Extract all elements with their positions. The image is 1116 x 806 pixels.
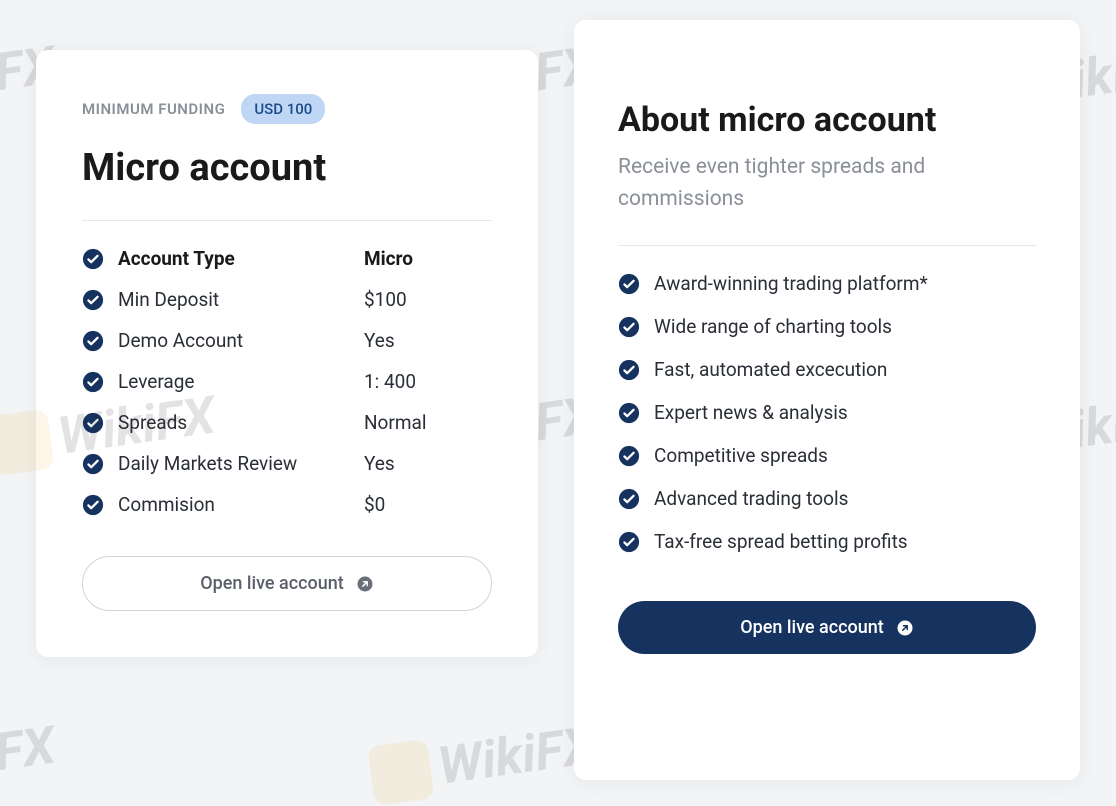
feature-label: Leverage	[118, 370, 364, 393]
check-icon	[618, 359, 640, 381]
bullet-text: Expert news & analysis	[654, 401, 848, 424]
check-icon	[618, 402, 640, 424]
feature-label: Daily Markets Review	[118, 452, 364, 475]
check-icon	[82, 330, 104, 352]
min-funding-label: MINIMUM FUNDING	[82, 100, 225, 118]
feature-label: Demo Account	[118, 329, 364, 352]
feature-label: Spreads	[118, 411, 364, 434]
about-micro-account-card: About micro account Receive even tighter…	[574, 20, 1080, 780]
bullet-row: Award-winning trading platform*	[618, 272, 1036, 295]
feature-value: Micro	[364, 247, 413, 270]
check-icon	[82, 453, 104, 475]
bullet-row: Wide range of charting tools	[618, 315, 1036, 338]
open-live-account-button[interactable]: Open live account	[618, 601, 1036, 654]
check-icon	[82, 494, 104, 516]
feature-label: Commision	[118, 493, 364, 516]
micro-account-card: MINIMUM FUNDING USD 100 Micro account Ac…	[36, 50, 538, 657]
bullet-row: Expert news & analysis	[618, 401, 1036, 424]
bullet-text: Advanced trading tools	[654, 487, 848, 510]
arrow-icon	[896, 619, 914, 637]
funding-badge: USD 100	[241, 94, 325, 124]
feature-value: $100	[364, 288, 407, 311]
bullet-text: Tax-free spread betting profits	[654, 530, 908, 553]
feature-value: 1: 400	[364, 370, 416, 393]
check-icon	[82, 289, 104, 311]
feature-row: Account TypeMicro	[82, 247, 492, 270]
bullet-row: Competitive spreads	[618, 444, 1036, 467]
bullet-text: Fast, automated excecution	[654, 358, 887, 381]
feature-row: Leverage1: 400	[82, 370, 492, 393]
card-title: Micro account	[82, 146, 492, 190]
feature-label: Account Type	[118, 247, 364, 270]
button-label: Open live account	[200, 573, 344, 594]
bullet-row: Advanced trading tools	[618, 487, 1036, 510]
bullet-row: Tax-free spread betting profits	[618, 530, 1036, 553]
feature-row: Daily Markets ReviewYes	[82, 452, 492, 475]
check-icon	[618, 488, 640, 510]
feature-value: $0	[364, 493, 385, 516]
feature-row: Min Deposit$100	[82, 288, 492, 311]
feature-value: Yes	[364, 329, 395, 352]
card-subtitle: Receive even tighter spreads and commiss…	[618, 152, 1036, 215]
check-icon	[618, 445, 640, 467]
check-icon	[82, 248, 104, 270]
bullet-text: Competitive spreads	[654, 444, 828, 467]
feature-value: Normal	[364, 411, 426, 434]
bullet-text: Wide range of charting tools	[654, 315, 892, 338]
bullet-row: Fast, automated excecution	[618, 358, 1036, 381]
feature-label: Min Deposit	[118, 288, 364, 311]
check-icon	[82, 371, 104, 393]
check-icon	[618, 316, 640, 338]
feature-row: SpreadsNormal	[82, 411, 492, 434]
check-icon	[82, 412, 104, 434]
feature-row: Commision$0	[82, 493, 492, 516]
check-icon	[618, 531, 640, 553]
bullet-text: Award-winning trading platform*	[654, 272, 928, 295]
open-live-account-button[interactable]: Open live account	[82, 556, 492, 611]
button-label: Open live account	[740, 617, 884, 638]
arrow-icon	[356, 575, 374, 593]
check-icon	[618, 273, 640, 295]
feature-row: Demo AccountYes	[82, 329, 492, 352]
divider	[82, 220, 492, 221]
divider	[618, 245, 1036, 246]
card-title: About micro account	[618, 100, 1036, 140]
feature-value: Yes	[364, 452, 395, 475]
